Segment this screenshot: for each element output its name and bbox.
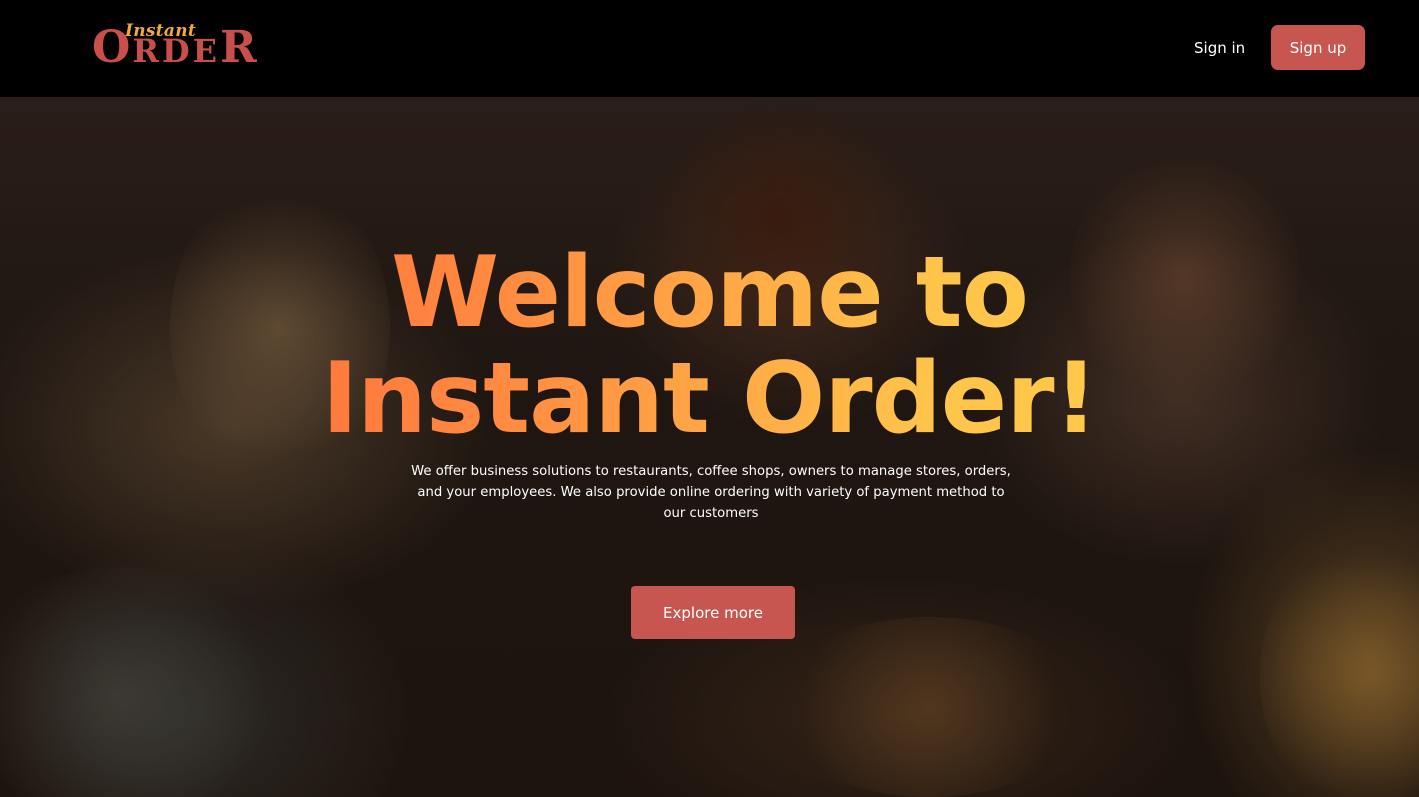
sign-up-button[interactable]: Sign up (1271, 25, 1365, 70)
explore-more-button[interactable]: Explore more (631, 586, 795, 639)
logo-letter-last: R (220, 22, 259, 73)
hero-title: Welcome to Instant Order! (0, 240, 1419, 452)
sign-in-link[interactable]: Sign in (1186, 35, 1253, 61)
hero-section: Welcome to Instant Order! We offer busin… (0, 97, 1419, 797)
hero-title-line-1: Welcome to (391, 236, 1028, 350)
top-navbar: Instant O RDE R Sign in Sign up (0, 0, 1419, 97)
logo-letter-first: O (92, 22, 133, 73)
brand-logo[interactable]: Instant O RDE R (92, 22, 257, 74)
landing-page: Instant O RDE R Sign in Sign up Welcome to… (0, 0, 1419, 797)
hero-description: We offer business solutions to restauran… (411, 464, 1011, 521)
hero-title-line-2: Instant Order! (321, 342, 1098, 456)
logo-wordmark: O RDE R (92, 26, 259, 70)
logo-letters-middle: RDE (132, 32, 221, 70)
